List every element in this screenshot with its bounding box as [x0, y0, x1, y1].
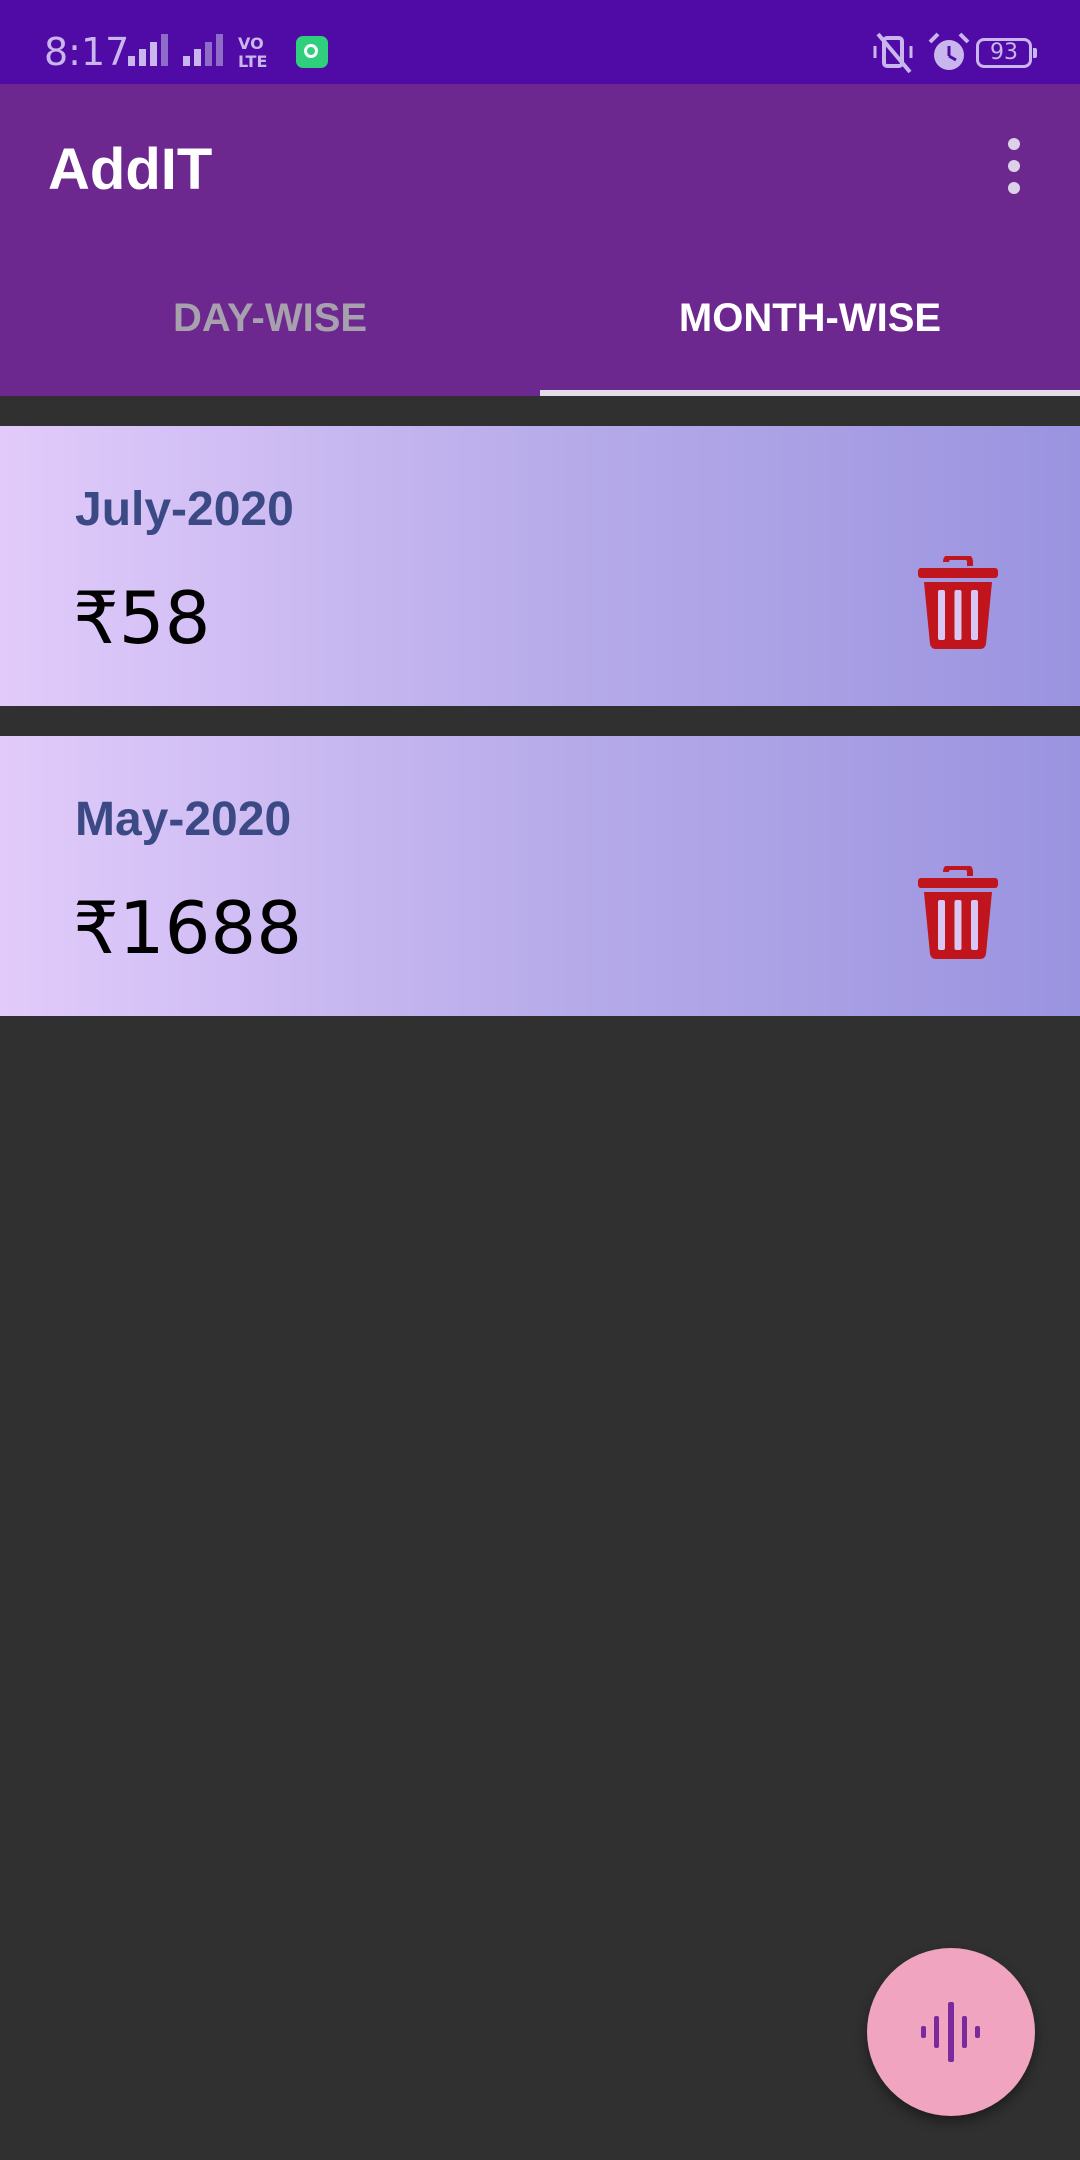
- month-card[interactable]: May-2020 ₹1688: [0, 736, 1080, 1016]
- month-card[interactable]: July-2020 ₹58: [0, 426, 1080, 706]
- signal-icon: [128, 34, 168, 66]
- voice-waveform-icon: [921, 2002, 980, 2062]
- app-bar: AddIT DAY-WISE MONTH-WISE: [0, 84, 1080, 396]
- card-month-label: May-2020: [75, 793, 292, 846]
- battery-indicator: 93: [976, 38, 1037, 68]
- trash-icon[interactable]: [916, 556, 1000, 650]
- notification-app-icon: [296, 36, 328, 68]
- app-title: AddIT: [48, 137, 213, 202]
- tab-indicator: [540, 390, 1080, 396]
- card-amount: ₹1688: [73, 886, 303, 970]
- card-month-label: July-2020: [75, 483, 294, 536]
- volte-indicator: VO LTE: [238, 34, 268, 71]
- signal-icon: [183, 34, 223, 66]
- tab-day-wise[interactable]: DAY-WISE: [0, 296, 540, 341]
- more-vert-icon[interactable]: [994, 138, 1034, 198]
- voice-input-button[interactable]: [867, 1948, 1035, 2116]
- card-amount: ₹58: [73, 576, 211, 660]
- vibrate-off-icon: [873, 32, 913, 74]
- status-bar: 8:17 VO LTE 93: [0, 0, 1080, 84]
- trash-icon[interactable]: [916, 866, 1000, 960]
- alarm-icon: [928, 32, 970, 70]
- status-time: 8:17: [44, 30, 130, 74]
- tab-month-wise[interactable]: MONTH-WISE: [540, 296, 1080, 341]
